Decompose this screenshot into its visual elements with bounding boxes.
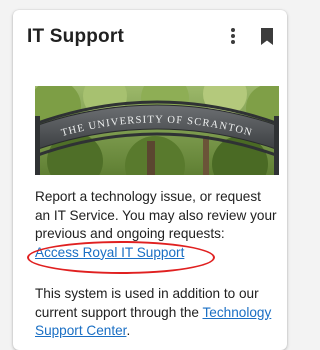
more-options-button[interactable] [223,25,243,47]
secondary-period: . [126,323,131,338]
secondary-info-block: This system is used in addition to our c… [35,285,279,341]
bookmark-icon [261,28,273,45]
description-block: Report a technology issue, or request an… [35,188,279,262]
card-header: IT Support [13,10,287,60]
university-banner-image: THE UNIVERSITY OF SCRANTON [35,86,279,175]
bookmark-button[interactable] [257,25,277,47]
description-text: Report a technology issue, or request an… [35,189,277,241]
card-title: IT Support [27,26,124,47]
access-royal-it-support-link[interactable]: Access Royal IT Support [35,245,184,260]
more-vert-icon [231,28,235,44]
it-support-card: IT Support THE UNIVERSITY OF SCRANTON Re… [13,10,287,350]
